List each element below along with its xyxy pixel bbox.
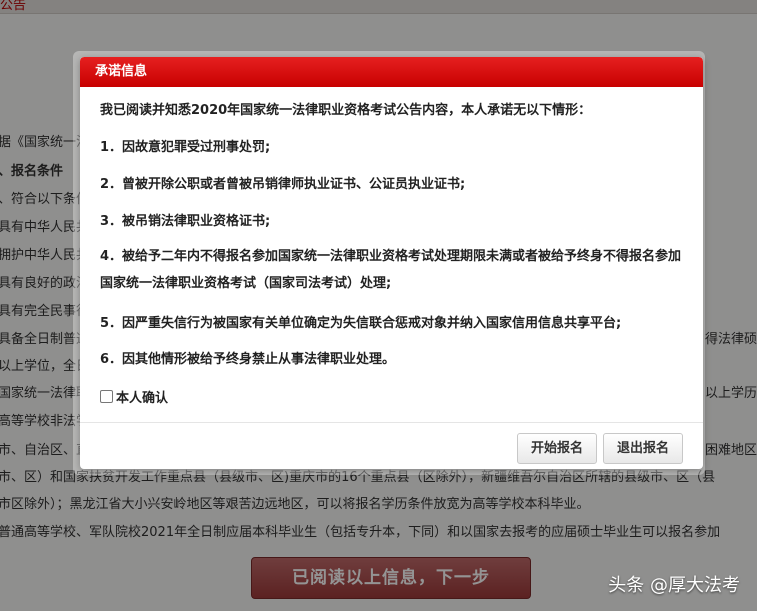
commitment-clause-3: 3．被吊销法律职业资格证书;	[100, 214, 271, 229]
dialog-footer: 开始报名 退出报名	[517, 433, 683, 464]
watermark: 头条 @厚大法考	[608, 575, 740, 596]
confirm-checkbox[interactable]	[100, 390, 113, 403]
commitment-clause-4: 4．被给予二年内不得报名参加国家统一法律职业资格考试处理期限未满或者被给予终身不…	[100, 249, 682, 291]
confirm-label: 本人确认	[116, 391, 169, 406]
dialog-title: 承诺信息	[80, 57, 703, 87]
confirm-row[interactable]: 本人确认	[100, 387, 703, 406]
commitment-clause-2: 2．曾被开除公职或者曾被吊销律师执业证书、公证员执业证书;	[100, 177, 466, 192]
commitment-intro: 我已阅读并知悉2020年国家统一法律职业资格考试公告内容，本人承诺无以下情形：	[100, 103, 592, 118]
commitment-clause-6: 6．因其他情形被给予终身禁止从事法律职业处理。	[100, 352, 396, 367]
exit-registration-button[interactable]: 退出报名	[603, 433, 683, 464]
commitment-dialog: 承诺信息 我已阅读并知悉2020年国家统一法律职业资格考试公告内容，本人承诺无以…	[80, 57, 703, 469]
commitment-clause-5: 5．因严重失信行为被国家有关单位确定为失信联合惩戒对象并纳入国家信用信息共享平台…	[100, 316, 622, 331]
commitment-clause-1: 1．因故意犯罪受过刑事处罚;	[100, 140, 271, 155]
start-registration-button[interactable]: 开始报名	[517, 433, 597, 464]
dialog-body: 我已阅读并知悉2020年国家统一法律职业资格考试公告内容，本人承诺无以下情形： …	[80, 87, 703, 406]
dialog-divider	[80, 422, 703, 423]
